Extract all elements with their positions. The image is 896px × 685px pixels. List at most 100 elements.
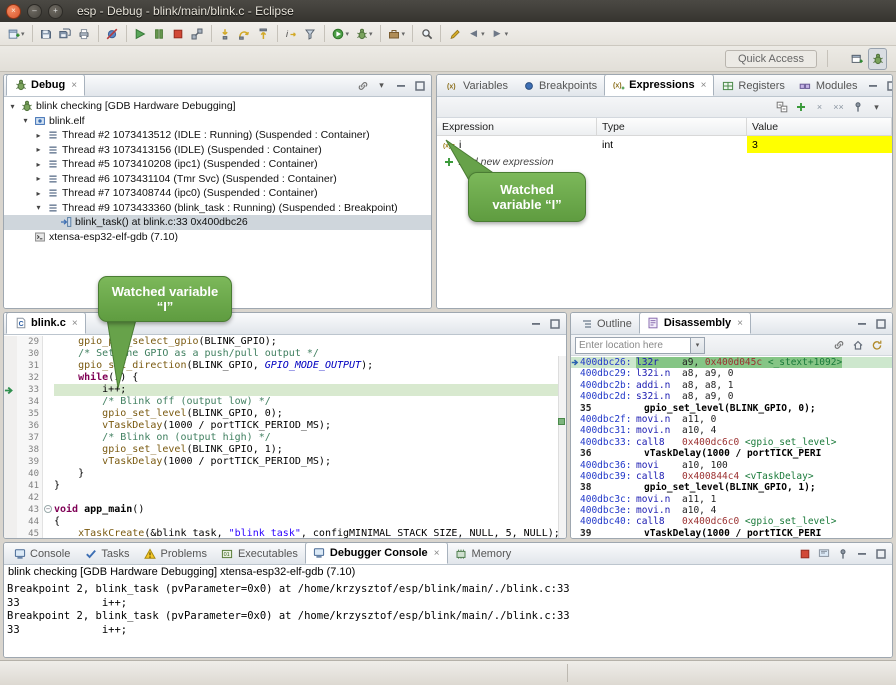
- instruction-stepping-button[interactable]: i: [283, 24, 300, 44]
- disconnect-button[interactable]: [189, 24, 206, 44]
- debug-tree-item[interactable]: ▾blink.elf: [4, 114, 431, 129]
- window-maximize-button[interactable]: +: [48, 4, 63, 19]
- disassembly-instruction[interactable]: 400dbc29:l32i.na8, a9, 0: [571, 368, 892, 379]
- editor-line[interactable]: 31 gpio_set_direction(BLINK_GPIO, GPIO_M…: [4, 360, 566, 372]
- view-menu-button[interactable]: ▾: [373, 77, 390, 94]
- editor-line[interactable]: 37 /* Blink on (output high) */: [4, 432, 566, 444]
- column-header-value[interactable]: Value: [747, 118, 892, 135]
- tab-disassembly[interactable]: Disassembly×: [639, 312, 751, 334]
- editor-annotation-margin[interactable]: [4, 516, 17, 528]
- editor-line[interactable]: 33 i++;: [4, 384, 566, 396]
- disassembly-instruction[interactable]: 400dbc3c:movi.na11, 1: [571, 494, 892, 505]
- remove-all-button[interactable]: ××: [830, 99, 847, 116]
- expander-icon[interactable]: ▾: [34, 203, 43, 212]
- refresh-button[interactable]: [868, 337, 885, 354]
- view-menu-button[interactable]: ▾: [868, 99, 885, 116]
- disassembly-source-line[interactable]: 36vTaskDelay(1000 / portTICK_PERI: [571, 448, 892, 459]
- tab-breakpoints[interactable]: Breakpoints: [515, 76, 604, 96]
- editor-line[interactable]: 43−void app_main(): [4, 504, 566, 516]
- disassembly-source-line[interactable]: 38gpio_set_level(BLINK_GPIO, 1);: [571, 482, 892, 493]
- overview-ruler-marker[interactable]: [558, 418, 565, 425]
- pin-button[interactable]: [834, 545, 851, 562]
- dropdown-arrow-icon[interactable]: ▾: [505, 30, 509, 38]
- tab-memory[interactable]: Memory: [448, 544, 519, 564]
- column-header-type[interactable]: Type: [597, 118, 747, 135]
- minimize-button[interactable]: [853, 315, 870, 332]
- editor-annotation-margin[interactable]: [4, 396, 17, 408]
- editor-line[interactable]: 45 xTaskCreate(&blink_task, "blink_task"…: [4, 528, 566, 538]
- maximize-button[interactable]: [872, 315, 889, 332]
- editor-annotation-margin[interactable]: [4, 492, 17, 504]
- disassembly-instruction[interactable]: 400dbc2f:movi.na11, 0: [571, 414, 892, 425]
- tab-console[interactable]: Console: [6, 544, 77, 564]
- suspend-button[interactable]: [151, 24, 168, 44]
- back-button[interactable]: ◀▾: [465, 24, 487, 44]
- tab-tasks[interactable]: Tasks: [77, 544, 136, 564]
- debug-perspective-button[interactable]: [868, 48, 887, 70]
- home-button[interactable]: [849, 337, 866, 354]
- debug-tree-item[interactable]: ▸Thread #3 1073413156 (IDLE) (Suspended …: [4, 143, 431, 158]
- debug-tree-item[interactable]: ▾Thread #9 1073433360 (blink_task : Runn…: [4, 201, 431, 216]
- remove-button[interactable]: ×: [811, 99, 828, 116]
- pin-button[interactable]: [849, 99, 866, 116]
- editor-annotation-margin[interactable]: [4, 456, 17, 468]
- console-output[interactable]: Breakpoint 2, blink_task (pvParameter=0x…: [4, 583, 892, 657]
- disassembly-instruction[interactable]: 400dbc33:call80x400dc6c0 <gpio_set_level…: [571, 437, 892, 448]
- tab-debug[interactable]: Debug×: [6, 74, 85, 96]
- overview-ruler[interactable]: [558, 356, 566, 538]
- minimize-button[interactable]: [392, 77, 409, 94]
- expander-icon[interactable]: ▸: [34, 174, 43, 183]
- editor-annotation-margin[interactable]: [4, 432, 17, 444]
- expander-icon[interactable]: ▾: [21, 116, 30, 125]
- expander-icon[interactable]: ▸: [34, 145, 43, 154]
- close-tab-icon[interactable]: ×: [701, 80, 707, 91]
- save-all-button[interactable]: [57, 24, 74, 44]
- disassembly-instruction[interactable]: 400dbc2d:s32i.na8, a9, 0: [571, 391, 892, 402]
- dropdown-arrow-icon[interactable]: ▾: [481, 30, 485, 38]
- maximize-button[interactable]: [411, 77, 428, 94]
- tab-executables[interactable]: 01Executables: [214, 544, 305, 564]
- editor-annotation-margin[interactable]: [4, 420, 17, 432]
- location-dropdown-icon[interactable]: ▾: [690, 338, 704, 353]
- tab-registers[interactable]: Registers: [714, 76, 791, 96]
- debug-tree-item[interactable]: ▾blink checking [GDB Hardware Debugging]: [4, 99, 431, 114]
- expander-icon[interactable]: ▾: [8, 102, 17, 111]
- instruction-pointer-icon[interactable]: [4, 384, 17, 396]
- expander-icon[interactable]: ▸: [34, 160, 43, 169]
- terminate-red-button[interactable]: [796, 545, 813, 562]
- tab-modules[interactable]: Modules: [792, 76, 865, 96]
- collapse-all-button[interactable]: [773, 99, 790, 116]
- debug-tree-item[interactable]: ▸Thread #5 1073410208 (ipc1) (Suspended …: [4, 157, 431, 172]
- minimize-button[interactable]: [853, 545, 870, 562]
- editor-line[interactable]: 38 gpio_set_level(BLINK_GPIO, 1);: [4, 444, 566, 456]
- disassembly-instruction[interactable]: 400dbc39:call80x400844c4 <vTaskDelay>: [571, 471, 892, 482]
- close-tab-icon[interactable]: ×: [71, 80, 77, 91]
- save-button[interactable]: [38, 24, 55, 44]
- editor-annotation-margin[interactable]: [4, 468, 17, 480]
- minimize-button[interactable]: [864, 77, 881, 94]
- expander-icon[interactable]: ▸: [34, 189, 43, 198]
- forward-button[interactable]: ▶▾: [489, 24, 511, 44]
- debug-tree-item[interactable]: blink_task() at blink.c:33 0x400dbc26: [4, 215, 431, 230]
- minimize-button[interactable]: [527, 315, 544, 332]
- dropdown-arrow-icon[interactable]: ▾: [21, 30, 25, 38]
- link-editor-button[interactable]: [354, 77, 371, 94]
- window-close-button[interactable]: ×: [6, 4, 21, 19]
- maximize-button[interactable]: [883, 77, 893, 94]
- editor-line[interactable]: 41}: [4, 480, 566, 492]
- editor-annotation-margin[interactable]: [4, 372, 17, 384]
- disassembly-instruction[interactable]: 400dbc2b:addi.na8, a8, 1: [571, 380, 892, 391]
- editor-annotation-margin[interactable]: [4, 348, 17, 360]
- disassembly-instruction[interactable]: 400dbc40:call80x400dc6c0 <gpio_set_level…: [571, 516, 892, 527]
- editor-annotation-margin[interactable]: [4, 408, 17, 420]
- fold-marker[interactable]: −: [43, 504, 54, 516]
- step-return-button[interactable]: [255, 24, 272, 44]
- clear-console-button[interactable]: [815, 545, 832, 562]
- close-tab-icon[interactable]: ×: [434, 548, 440, 559]
- editor-annotation-margin[interactable]: [4, 528, 17, 538]
- editor-annotation-margin[interactable]: [4, 504, 17, 516]
- debug-tree-item[interactable]: xtensa-esp32-elf-gdb (7.10): [4, 230, 431, 245]
- editor-line[interactable]: 40 }: [4, 468, 566, 480]
- debug-tree-item[interactable]: ▸Thread #7 1073408744 (ipc0) (Suspended …: [4, 186, 431, 201]
- new-wizard-button[interactable]: ▾: [5, 24, 27, 44]
